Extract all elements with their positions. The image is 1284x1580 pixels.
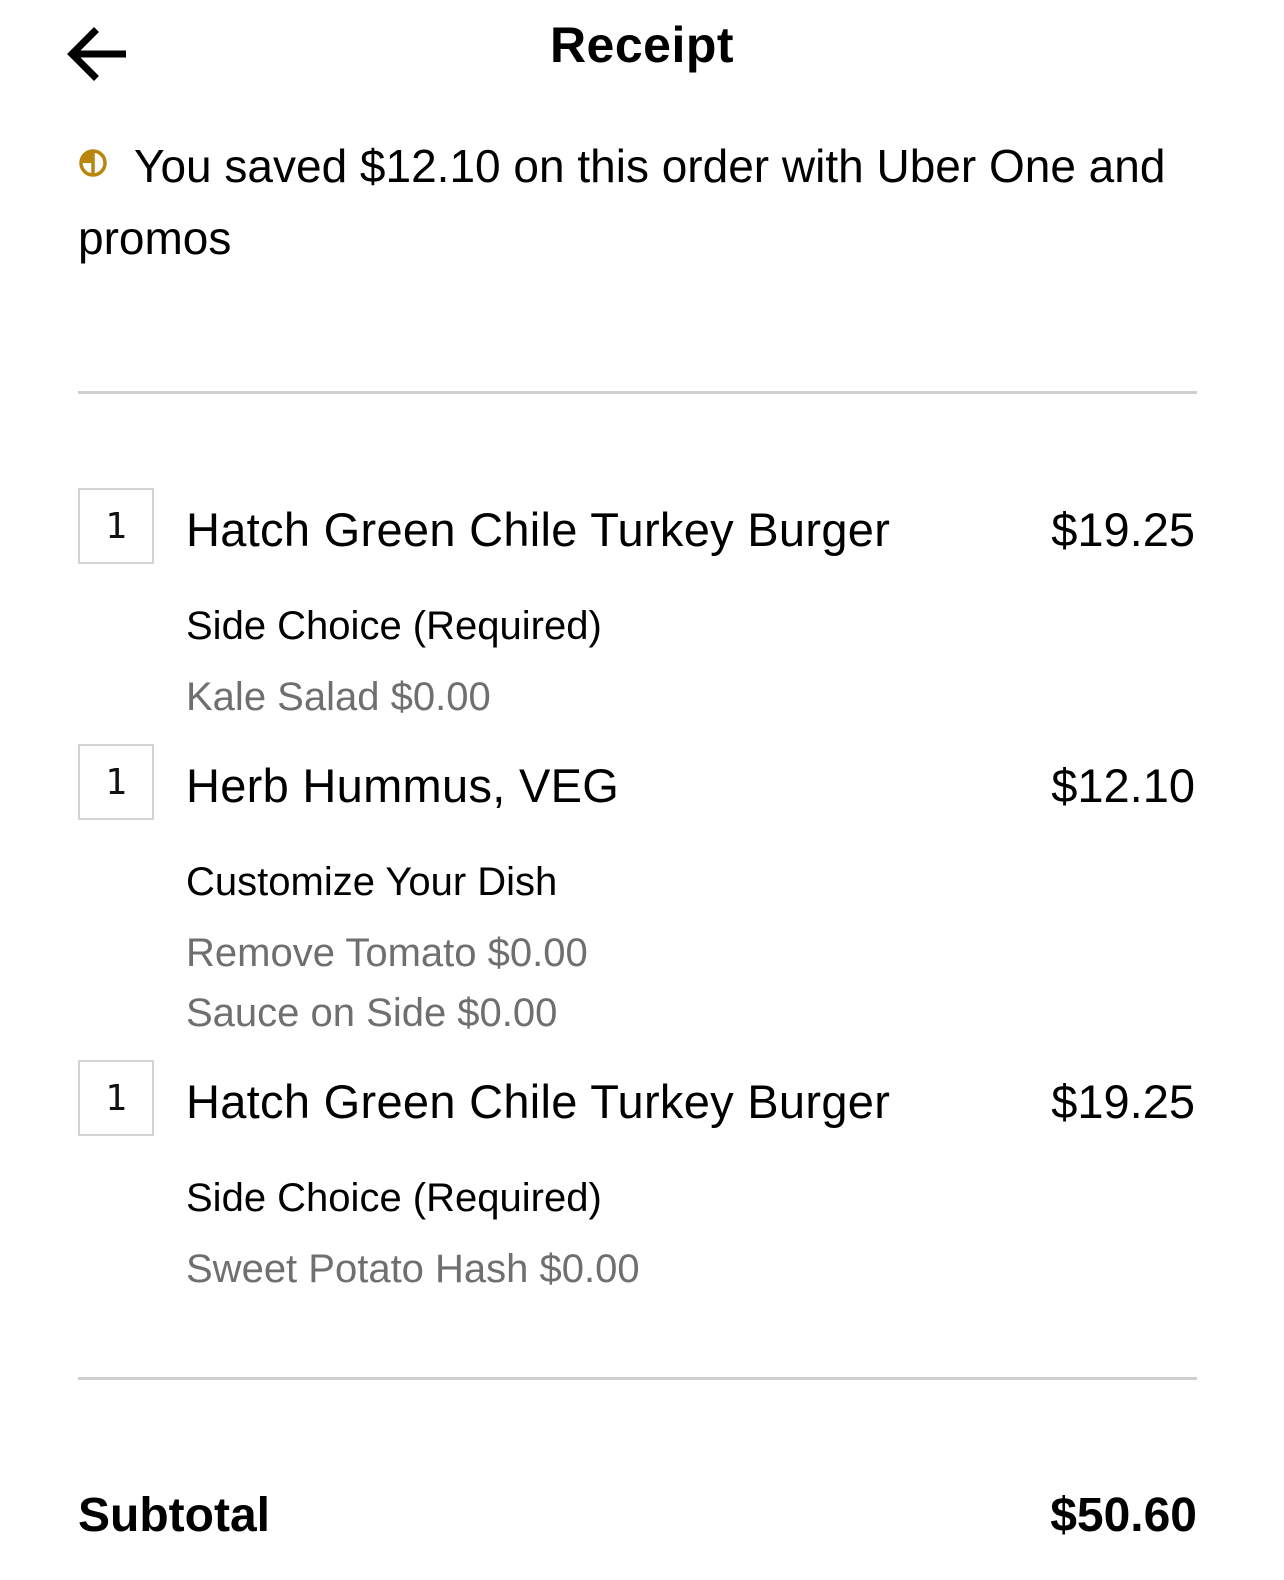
savings-banner: You saved $12.10 on this order with Uber… — [78, 130, 1198, 274]
option-value: Remove Tomato $0.00 — [186, 931, 588, 975]
option-value: Sauce on Side $0.00 — [186, 991, 558, 1035]
option-title: Side Choice (Required) — [186, 604, 602, 648]
quantity-box: 1 — [78, 1060, 154, 1136]
uber-one-icon — [79, 149, 107, 177]
subtotal-value: $50.60 — [1050, 1489, 1197, 1542]
page-title: Receipt — [549, 17, 735, 73]
quantity-box: 1 — [78, 488, 154, 564]
option-value: Sweet Potato Hash $0.00 — [186, 1247, 640, 1291]
option-title: Side Choice (Required) — [186, 1176, 602, 1220]
item-name: Hatch Green Chile Turkey Burger — [186, 503, 891, 556]
item-name: Herb Hummus, VEG — [186, 759, 620, 812]
item-price: $19.25 — [1051, 1075, 1195, 1128]
quantity-box: 1 — [78, 744, 154, 820]
item-price: $12.10 — [1051, 759, 1195, 812]
option-title: Customize Your Dish — [186, 860, 558, 904]
divider-top — [78, 391, 1197, 394]
option-value: Kale Salad $0.00 — [186, 675, 491, 719]
receipt-page: Receipt You saved $12.10 on this order w… — [0, 0, 1284, 1580]
savings-text: You saved $12.10 on this order with Uber… — [78, 140, 1166, 264]
divider-bottom — [78, 1377, 1197, 1380]
item-name: Hatch Green Chile Turkey Burger — [186, 1075, 891, 1128]
item-price: $19.25 — [1051, 503, 1195, 556]
header: Receipt — [0, 0, 1284, 100]
subtotal-label: Subtotal — [78, 1489, 270, 1542]
